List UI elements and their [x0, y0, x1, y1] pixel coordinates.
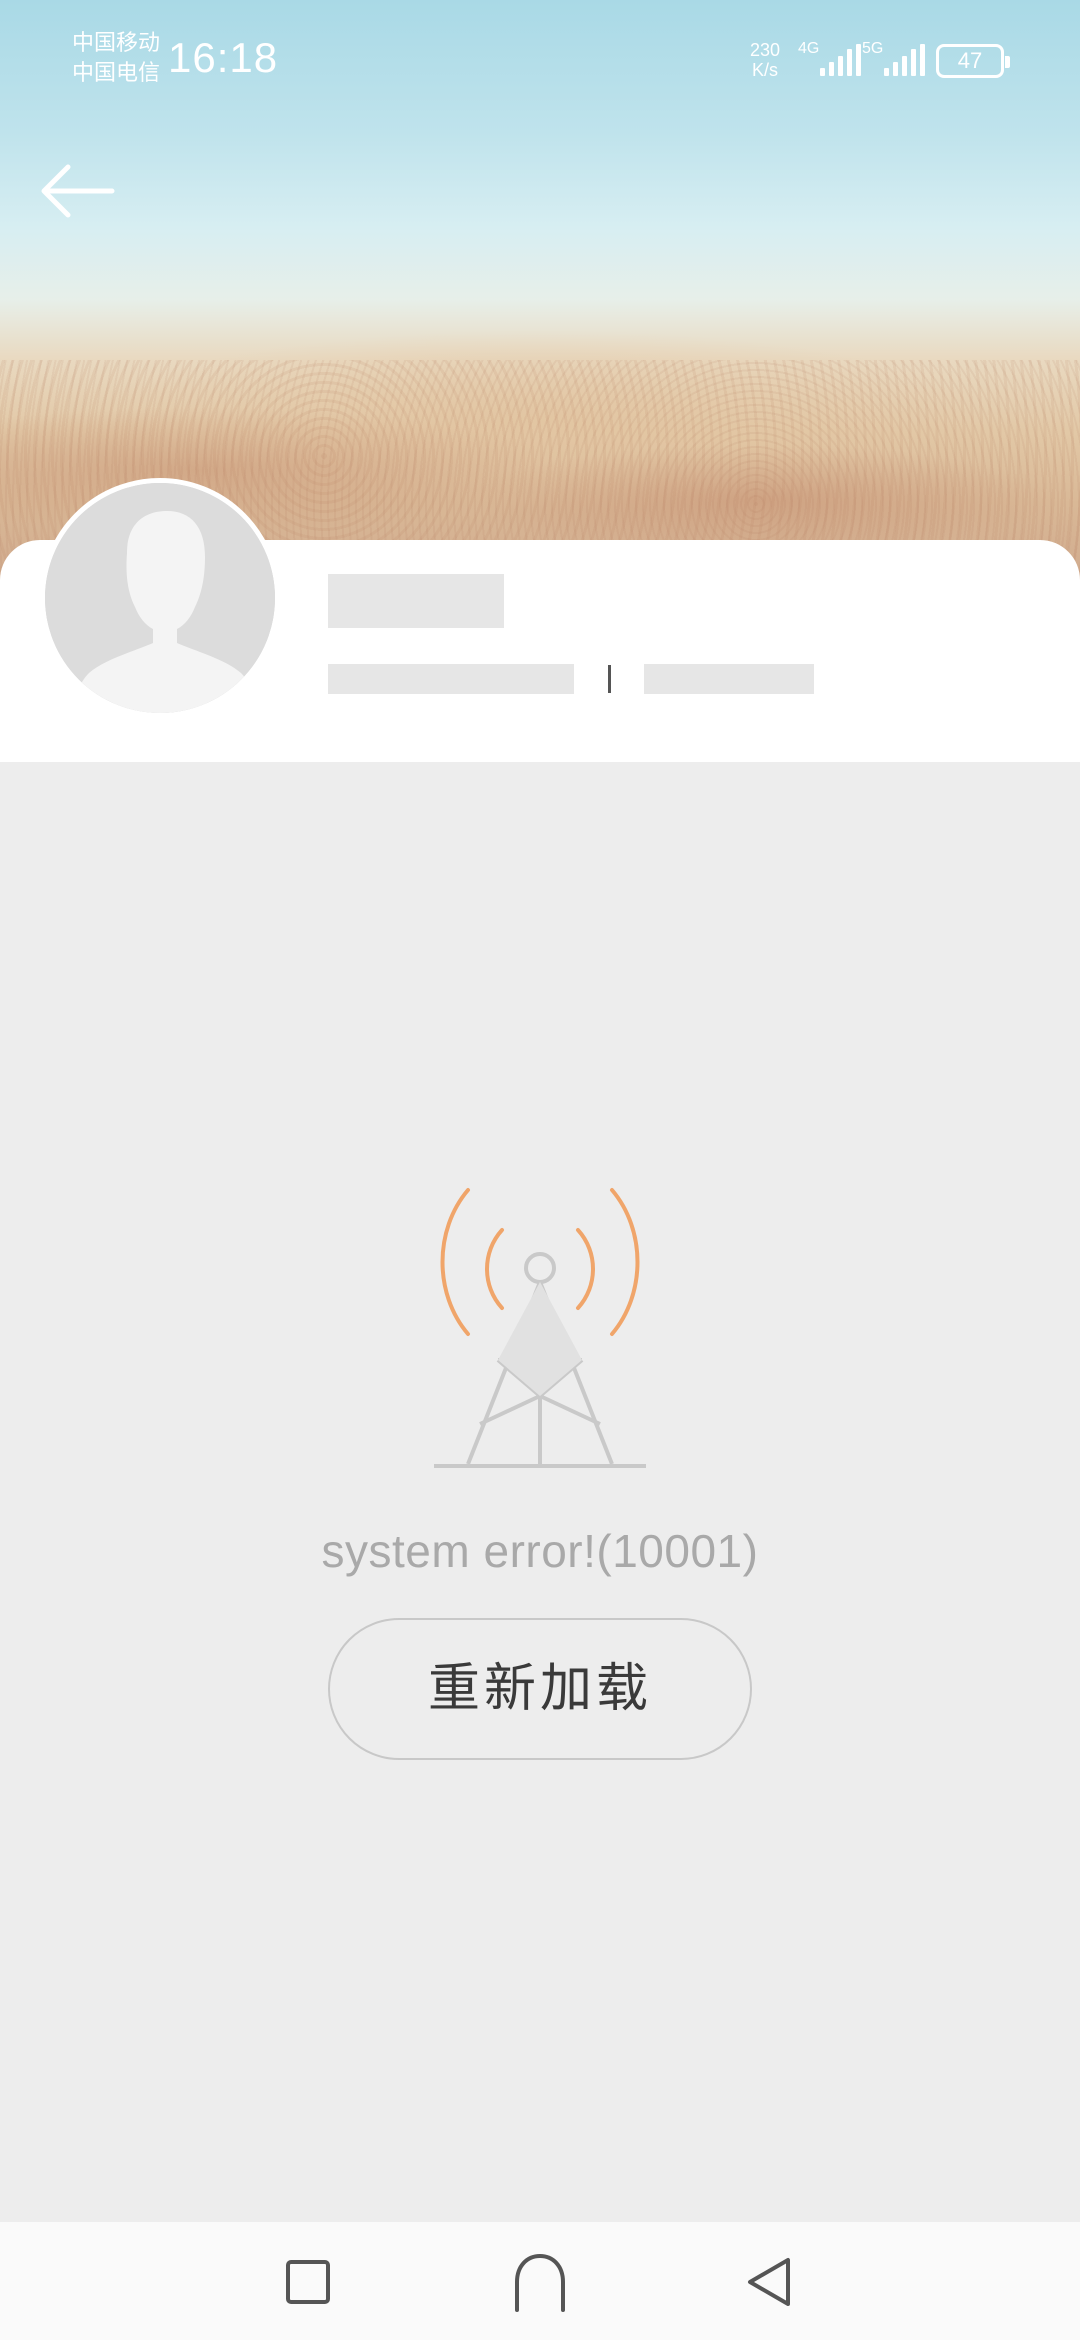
battery-icon: 47 [936, 44, 1010, 78]
status-bar: 中国移动 中国电信 16:18 230 K/s 4G 5G 47 [0, 0, 1080, 120]
sim2-network-type: 5G [862, 40, 884, 57]
info-placeholder-right [644, 664, 814, 694]
profile-page: 中国移动 中国电信 16:18 230 K/s 4G 5G 47 system … [0, 0, 1080, 2340]
name-placeholder [328, 574, 504, 628]
sim2-signal-icon: 5G [862, 40, 932, 76]
info-placeholder-left [328, 664, 574, 694]
default-avatar-icon [45, 483, 275, 713]
battery-level: 47 [957, 48, 983, 73]
carrier-1: 中国移动 [72, 30, 161, 55]
system-nav-bar [0, 2222, 1080, 2340]
home-button[interactable] [505, 2252, 575, 2312]
home-arch-icon [515, 2253, 565, 2312]
sim1-signal-icon: 4G [798, 40, 862, 76]
signal-tower-icon [434, 1188, 646, 1468]
arrow-left-icon [41, 164, 115, 218]
back-button[interactable] [36, 156, 126, 226]
reload-button[interactable]: 重新加载 [328, 1618, 752, 1760]
avatar [40, 478, 280, 718]
info-divider [608, 665, 611, 693]
recents-button[interactable] [274, 2252, 344, 2312]
triangle-back-icon [748, 2258, 790, 2306]
network-speed: 230 K/s [750, 40, 780, 80]
back-nav-button[interactable] [736, 2252, 806, 2312]
square-icon [286, 2260, 330, 2304]
carrier-labels: 中国移动 中国电信 [72, 28, 160, 88]
carrier-2: 中国电信 [72, 60, 161, 85]
error-message: system error!(10001) [321, 1525, 759, 1577]
network-speed-value: 230 [750, 40, 781, 60]
sim1-network-type: 4G [798, 40, 820, 57]
network-speed-unit: K/s [752, 60, 779, 80]
clock: 16:18 [168, 34, 279, 81]
